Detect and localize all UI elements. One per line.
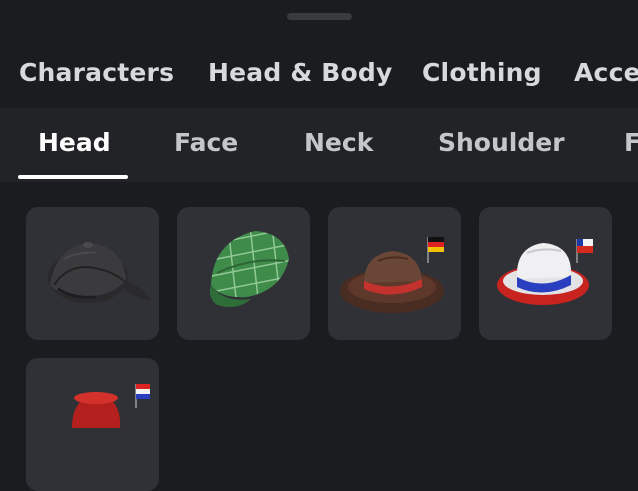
active-tab-indicator bbox=[18, 175, 128, 179]
tab-head-and-body[interactable]: Head & Body bbox=[208, 58, 392, 87]
black-baseball-cap-icon bbox=[48, 242, 152, 303]
item-tile-white-fedora[interactable] bbox=[479, 207, 612, 340]
subtab-neck[interactable]: Neck bbox=[304, 128, 373, 157]
tab-characters[interactable]: Characters bbox=[19, 58, 174, 87]
item-grid bbox=[0, 182, 638, 491]
tab-clothing[interactable]: Clothing bbox=[422, 58, 542, 87]
white-fedora-chile-flag-icon bbox=[497, 239, 593, 305]
tab-accessories[interactable]: Acce bbox=[574, 58, 638, 87]
subtab-face[interactable]: Face bbox=[174, 128, 238, 157]
subtab-partial[interactable]: F bbox=[624, 128, 638, 157]
subcategory-tab-bar: Head Face Neck Shoulder F bbox=[0, 108, 638, 182]
brown-fedora-germany-flag-icon bbox=[340, 237, 444, 313]
subtab-shoulder[interactable]: Shoulder bbox=[438, 128, 565, 157]
item-tile-brown-fedora[interactable] bbox=[328, 207, 461, 340]
item-tile-green-cap[interactable] bbox=[177, 207, 310, 340]
red-hat-flag-icon bbox=[72, 384, 150, 428]
subtab-head[interactable]: Head bbox=[38, 128, 111, 157]
green-plaid-cap-icon bbox=[209, 231, 289, 307]
drag-handle[interactable] bbox=[287, 13, 352, 20]
item-tile-black-cap[interactable] bbox=[26, 207, 159, 340]
category-tab-bar: Characters Head & Body Clothing Acce bbox=[0, 44, 638, 106]
item-tile-red-hat[interactable] bbox=[26, 358, 159, 491]
